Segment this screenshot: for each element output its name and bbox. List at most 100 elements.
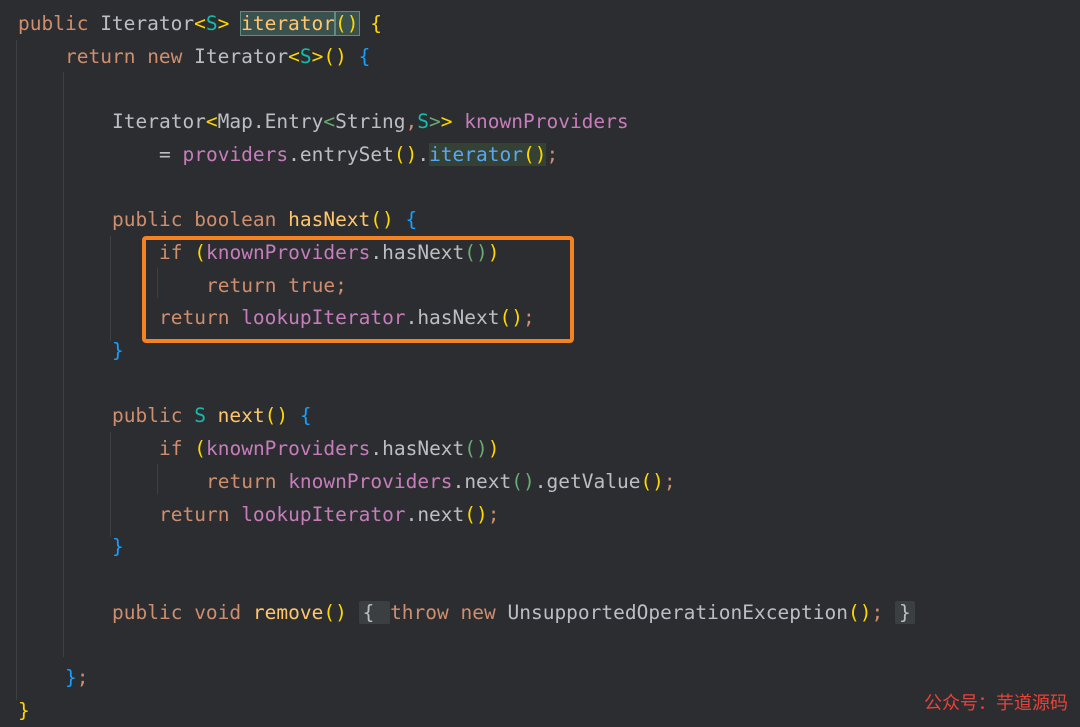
code-token: ; xyxy=(871,600,884,624)
code-token: boolean xyxy=(194,208,289,232)
code-token: knownProviders xyxy=(205,437,371,461)
code-line[interactable]: public boolean hasNext() { xyxy=(112,204,417,236)
code-token: . xyxy=(405,502,418,526)
code-line[interactable]: } xyxy=(112,335,124,367)
code-token: iterator xyxy=(240,11,337,36)
code-token: remove xyxy=(252,600,324,624)
code-line[interactable]: public Iterator<S> iterator() { xyxy=(18,8,382,40)
code-line[interactable]: } xyxy=(112,531,124,563)
code-line[interactable]: return new Iterator<S>() { xyxy=(65,41,370,73)
code-token: ; xyxy=(546,142,559,166)
code-line[interactable]: return lookupIterator.next(); xyxy=(159,499,500,531)
code-token: > xyxy=(217,12,242,35)
watermark: 公众号：芋道源码 xyxy=(924,693,1068,714)
code-token: . xyxy=(534,469,547,493)
code-token: () xyxy=(847,600,872,624)
code-token: new xyxy=(147,44,195,68)
code-token: if xyxy=(159,437,195,461)
code-token: < xyxy=(323,110,336,134)
code-token: () xyxy=(370,208,406,232)
code-token: S xyxy=(417,110,430,134)
code-token: } xyxy=(894,600,915,624)
code-token: { xyxy=(358,600,391,624)
code-token: next xyxy=(417,502,465,526)
code-line[interactable]: public S next() { xyxy=(112,400,312,432)
code-token: < xyxy=(205,110,218,134)
code-token: > xyxy=(429,110,441,134)
code-token: UnsupportedOperationException xyxy=(507,600,848,624)
code-token: . xyxy=(370,437,383,461)
code-token: Iterator xyxy=(194,44,289,68)
code-token: Iterator xyxy=(112,110,206,134)
code-token: < xyxy=(194,12,206,35)
code-line[interactable]: public void remove() { throw new Unsuppo… xyxy=(112,597,915,629)
code-line[interactable]: Iterator<Map.Entry<String,S>> knownProvi… xyxy=(112,106,629,138)
code-token: ( xyxy=(194,437,206,461)
indent-guide xyxy=(110,236,111,341)
code-editor[interactable]: public Iterator<S> iterator() {return ne… xyxy=(0,0,1080,723)
code-token: () xyxy=(393,142,418,166)
code-token: String xyxy=(335,110,406,134)
code-token: < xyxy=(288,44,300,68)
code-token: () xyxy=(640,469,664,493)
code-token: iterator xyxy=(429,142,523,166)
code-token: entrySet xyxy=(299,142,394,166)
code-token: () xyxy=(333,11,360,36)
code-token: ; xyxy=(663,469,676,493)
code-line[interactable]: }; xyxy=(65,662,89,694)
code-token: next xyxy=(464,469,512,493)
code-line[interactable]: } xyxy=(18,695,30,727)
code-token: () xyxy=(511,469,535,493)
code-token: } xyxy=(18,698,30,722)
code-token: providers xyxy=(182,142,289,166)
code-line[interactable]: = providers.entrySet().iterator(); xyxy=(159,139,558,171)
code-token: { xyxy=(370,12,382,35)
code-token: () xyxy=(464,437,488,461)
code-line[interactable]: return knownProviders.next().getValue(); xyxy=(206,466,676,498)
code-token: return xyxy=(206,469,289,493)
code-token: () xyxy=(464,502,488,526)
code-token: S xyxy=(194,404,218,428)
code-token: Map.Entry xyxy=(217,110,324,134)
code-token: } xyxy=(112,339,124,362)
code-token: ) xyxy=(487,437,500,461)
code-token: . xyxy=(288,142,300,166)
code-token: > xyxy=(311,44,324,68)
code-token: next xyxy=(217,404,265,428)
code-token: hasNext xyxy=(288,208,371,232)
code-token: } xyxy=(65,666,77,689)
code-token: . xyxy=(417,142,430,166)
code-token: knownProviders xyxy=(288,469,453,493)
code-token: S xyxy=(299,44,312,68)
code-token: public xyxy=(18,12,101,35)
code-line[interactable]: if (knownProviders.hasNext()) xyxy=(159,433,500,465)
code-token: . xyxy=(452,469,465,493)
code-token: = xyxy=(159,142,183,166)
code-token: > xyxy=(440,110,453,134)
code-token: public xyxy=(112,404,195,428)
code-token: knownProviders xyxy=(452,110,629,134)
code-token: , xyxy=(405,110,418,134)
code-token: ; xyxy=(487,502,500,526)
code-token: () xyxy=(264,404,300,428)
code-token: S xyxy=(205,12,218,35)
code-token: () xyxy=(323,600,347,624)
code-token: () xyxy=(522,142,547,166)
code-token: { xyxy=(299,404,312,428)
annotation-highlight-box xyxy=(142,236,574,343)
code-token: return xyxy=(159,502,242,526)
code-token: { xyxy=(405,208,418,232)
code-token: hasNext xyxy=(382,437,465,461)
code-token: return xyxy=(65,44,148,68)
code-token: public xyxy=(112,600,195,624)
code-token: ; xyxy=(76,666,89,689)
code-token: void xyxy=(194,600,253,624)
code-token: new xyxy=(460,600,508,624)
indent-guide xyxy=(16,40,17,700)
code-token: () xyxy=(323,44,347,68)
code-token: public xyxy=(112,208,195,232)
